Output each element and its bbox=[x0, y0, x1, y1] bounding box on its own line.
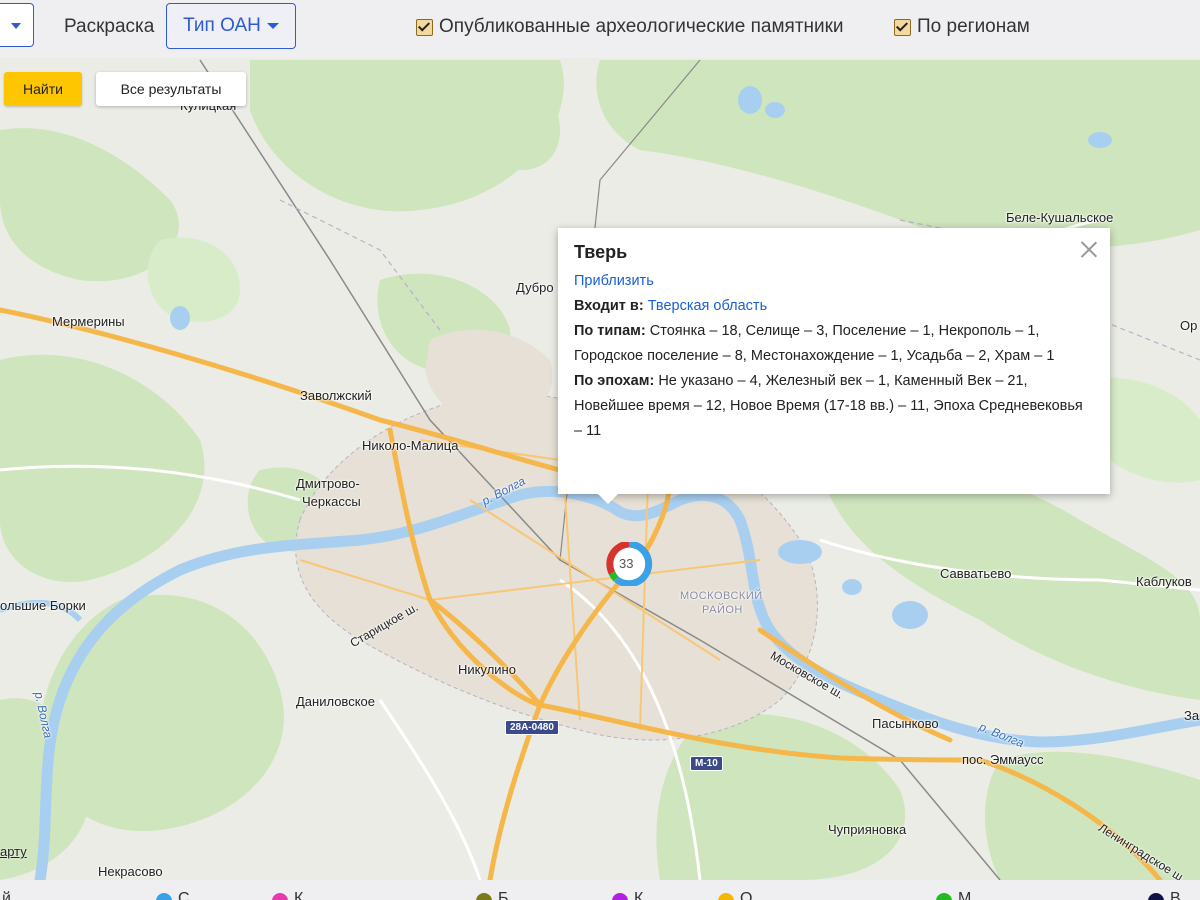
place-label: Некрасово bbox=[98, 864, 163, 879]
road-number-badge: 28А-0480 bbox=[505, 720, 559, 735]
type-oan-dropdown[interactable]: Тип ОАН bbox=[166, 3, 296, 49]
by-types-value: Стоянка – 18, Селище – 3, Поселение – 1,… bbox=[574, 323, 1055, 364]
place-label: ольшие Борки bbox=[0, 598, 86, 613]
region-info-balloon: Тверь Приблизить Входит в: Тверская обла… bbox=[558, 228, 1110, 504]
place-label: Савватьево bbox=[940, 566, 1012, 581]
place-label: Каблуков bbox=[1136, 574, 1192, 589]
place-label: Дубро bbox=[516, 280, 554, 295]
color-legend: й С К Б К О М В bbox=[0, 880, 1200, 900]
legend-color-dot bbox=[156, 893, 172, 900]
published-monuments-checkbox[interactable]: Опубликованные археологические памятники bbox=[416, 16, 844, 38]
cluster-marker[interactable]: 33 bbox=[602, 542, 656, 586]
legend-label: О bbox=[740, 890, 753, 900]
by-epochs-row: По эпохам: Не указано – 4, Железный век … bbox=[574, 373, 1083, 439]
legend-color-dot bbox=[612, 893, 628, 900]
chevron-down-icon bbox=[266, 23, 279, 29]
checkbox-checked-icon[interactable] bbox=[416, 18, 433, 36]
balloon-tail bbox=[598, 494, 618, 504]
by-types-row: По типам: Стоянка – 18, Селище – 3, Посе… bbox=[574, 323, 1055, 364]
legend-label: С bbox=[178, 890, 190, 900]
part-of-row: Входит в: Тверская область bbox=[574, 298, 768, 314]
chevron-down-icon bbox=[11, 23, 21, 29]
place-label: Ор bbox=[1180, 318, 1198, 333]
legend-color-dot bbox=[1148, 893, 1164, 900]
place-label: Даниловское bbox=[296, 694, 375, 709]
place-label: Никулино bbox=[458, 662, 516, 677]
place-label: пос. Эммаусс bbox=[962, 752, 1044, 767]
place-label: Беле-Кушальское bbox=[1006, 210, 1114, 225]
type-oan-label: Тип ОАН bbox=[183, 15, 261, 36]
place-label: Мермерины bbox=[52, 314, 125, 329]
place-label: Черкассы bbox=[302, 494, 361, 509]
published-monuments-label: Опубликованные археологические памятники bbox=[439, 16, 844, 37]
zoom-in-link[interactable]: Приблизить bbox=[574, 273, 654, 289]
cluster-count: 33 bbox=[619, 556, 634, 571]
balloon-title: Тверь bbox=[574, 242, 628, 262]
checkbox-checked-icon[interactable] bbox=[894, 18, 911, 36]
place-label: Дмитрово- bbox=[296, 476, 360, 491]
close-icon[interactable] bbox=[1080, 240, 1098, 258]
legend-label: М bbox=[958, 890, 972, 900]
top-toolbar: Раскраска Тип ОАН Опубликованные археоло… bbox=[0, 0, 1200, 58]
legend-label: Б bbox=[498, 890, 509, 900]
place-label: Чуприяновка bbox=[828, 822, 907, 837]
part-of-label: Входит в bbox=[574, 298, 639, 314]
place-label: Николо-Малица bbox=[362, 438, 459, 453]
all-results-button[interactable]: Все результаты bbox=[96, 72, 246, 106]
legend-color-dot bbox=[476, 893, 492, 900]
legend-label: К bbox=[634, 890, 644, 900]
by-epochs-label: По эпохам bbox=[574, 373, 650, 389]
district-label: МОСКОВСКИЙ bbox=[680, 590, 763, 602]
place-label: Заволжский bbox=[300, 388, 372, 403]
by-types-label: По типам bbox=[574, 323, 641, 339]
road-number-badge: М-10 bbox=[690, 756, 723, 771]
part-of-link[interactable]: Тверская область bbox=[648, 298, 767, 314]
place-label: За bbox=[1184, 708, 1200, 723]
by-regions-checkbox[interactable]: По регионам bbox=[894, 16, 1030, 38]
by-regions-label: По регионам bbox=[917, 16, 1030, 37]
left-dropdown-button[interactable] bbox=[0, 3, 34, 47]
legend-label: В bbox=[1170, 890, 1181, 900]
legend-label: К bbox=[294, 890, 304, 900]
legend-color-dot bbox=[272, 893, 288, 900]
district-label: РАЙОН bbox=[702, 604, 743, 616]
find-button[interactable]: Найти bbox=[4, 72, 82, 106]
legend-label: й bbox=[2, 890, 11, 900]
coloring-label: Раскраска bbox=[64, 16, 155, 37]
legend-color-dot bbox=[936, 893, 952, 900]
legend-color-dot bbox=[718, 893, 734, 900]
place-label: Пасынково bbox=[872, 716, 939, 731]
map-copyright-link[interactable]: арту bbox=[0, 844, 27, 859]
